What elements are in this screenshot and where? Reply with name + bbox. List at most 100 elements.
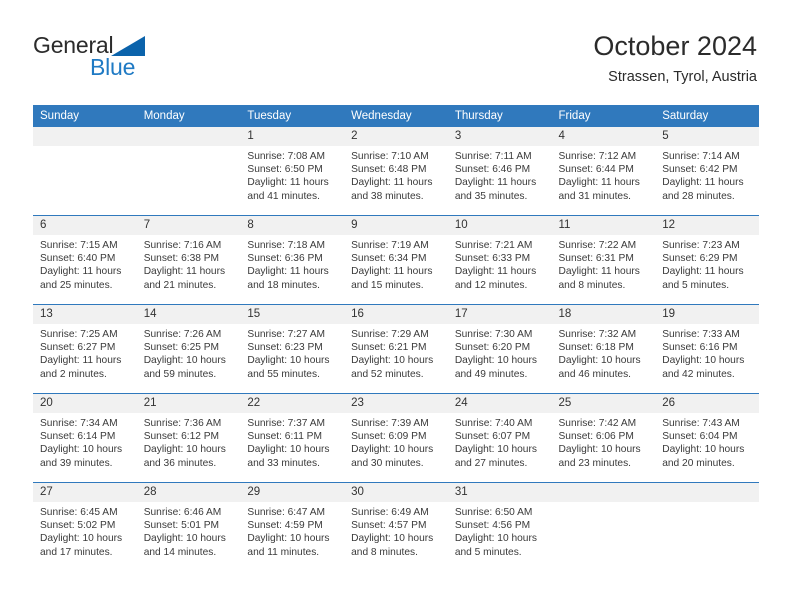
daylight-text-line1: Daylight: 11 hours bbox=[40, 355, 122, 367]
day-details: Sunrise: 7:27 AM Sunset: 6:23 PM Daylight:… bbox=[240, 324, 344, 381]
daylight-text-line1: Daylight: 10 hours bbox=[662, 444, 745, 456]
sunrise-text: Sunrise: 7:11 AM bbox=[454, 151, 532, 162]
day-number: 30 bbox=[344, 483, 448, 502]
calendar-day-cell[interactable]: 8 Sunrise: 7:18 AM Sunset: 6:36 PM Daylight… bbox=[240, 215, 345, 305]
daylight-text-line2: and 5 minutes. bbox=[662, 279, 730, 291]
calendar-day-cell[interactable]: 2 Sunrise: 7:10 AM Sunset: 6:48 PM Daylight… bbox=[344, 127, 448, 216]
daylight-text-line1: Daylight: 11 hours bbox=[662, 177, 744, 189]
calendar-day-cell[interactable]: 7 Sunrise: 7:16 AM Sunset: 6:38 PM Daylight… bbox=[136, 215, 241, 305]
daylight-text-line2: and 41 minutes. bbox=[247, 190, 320, 202]
calendar-day-cell-empty bbox=[551, 482, 656, 571]
day-details: Sunrise: 6:45 AM Sunset: 5:02 PM Daylight:… bbox=[33, 502, 137, 559]
weekday-header-tuesday: Tuesday bbox=[240, 105, 345, 127]
calendar-day-cell[interactable]: 11 Sunrise: 7:22 AM Sunset: 6:31 PM Dayligh… bbox=[551, 215, 656, 305]
sunset-text: Sunset: 6:42 PM bbox=[662, 164, 738, 176]
general-blue-logo[interactable]: General Blue bbox=[33, 32, 213, 88]
calendar-day-cell[interactable]: 6 Sunrise: 7:15 AM Sunset: 6:40 PM Daylight… bbox=[33, 215, 137, 305]
calendar-day-cell[interactable]: 30 Sunrise: 6:49 AM Sunset: 4:57 PM Dayligh… bbox=[344, 482, 448, 571]
calendar-day-cell[interactable]: 22 Sunrise: 7:37 AM Sunset: 6:11 PM Dayligh… bbox=[240, 393, 345, 483]
calendar-day-cell[interactable]: 13 Sunrise: 7:25 AM Sunset: 6:27 PM Dayligh… bbox=[33, 304, 137, 394]
title-block: October 2024 Strassen, Tyrol, Austria bbox=[593, 30, 757, 87]
sunrise-text: Sunrise: 7:40 AM bbox=[454, 418, 533, 429]
calendar-page: General Blue October 2024 Strassen, Tyro… bbox=[0, 0, 792, 612]
sunrise-text: Sunrise: 7:19 AM bbox=[351, 240, 429, 251]
sunset-text: Sunset: 6:36 PM bbox=[247, 253, 323, 265]
daylight-text-line1: Daylight: 10 hours bbox=[351, 355, 434, 367]
weekday-header-sunday: Sunday bbox=[33, 105, 137, 127]
day-details: Sunrise: 7:43 AM Sunset: 6:04 PM Daylight:… bbox=[655, 413, 759, 470]
calendar-day-cell[interactable]: 23 Sunrise: 7:39 AM Sunset: 6:09 PM Dayligh… bbox=[344, 393, 448, 483]
calendar-day-cell[interactable]: 5 Sunrise: 7:14 AM Sunset: 6:42 PM Daylight… bbox=[655, 127, 759, 216]
daylight-text-line1: Daylight: 11 hours bbox=[558, 266, 640, 278]
sunset-text: Sunset: 4:59 PM bbox=[247, 520, 323, 532]
day-details: Sunrise: 7:32 AM Sunset: 6:18 PM Daylight:… bbox=[552, 324, 656, 381]
daylight-text-line1: Daylight: 11 hours bbox=[558, 177, 640, 189]
calendar-day-cell[interactable]: 1 Sunrise: 7:08 AM Sunset: 6:50 PM Daylight… bbox=[240, 127, 345, 216]
calendar-day-cell[interactable]: 12 Sunrise: 7:23 AM Sunset: 6:29 PM Dayligh… bbox=[655, 215, 759, 305]
day-number: 23 bbox=[344, 394, 448, 413]
calendar-day-cell[interactable]: 20 Sunrise: 7:34 AM Sunset: 6:14 PM Dayligh… bbox=[33, 393, 137, 483]
calendar-day-cell[interactable]: 27 Sunrise: 6:45 AM Sunset: 5:02 PM Dayligh… bbox=[33, 482, 137, 571]
sunset-text: Sunset: 5:02 PM bbox=[40, 520, 116, 532]
daylight-text-line2: and 35 minutes. bbox=[454, 190, 528, 202]
calendar-day-cell[interactable]: 21 Sunrise: 7:36 AM Sunset: 6:12 PM Dayligh… bbox=[136, 393, 241, 483]
calendar-day-cell[interactable]: 29 Sunrise: 6:47 AM Sunset: 4:59 PM Dayligh… bbox=[240, 482, 345, 571]
calendar-day-cell[interactable]: 16 Sunrise: 7:29 AM Sunset: 6:21 PM Dayligh… bbox=[344, 304, 448, 394]
calendar-day-cell[interactable]: 17 Sunrise: 7:30 AM Sunset: 6:20 PM Dayligh… bbox=[447, 304, 552, 394]
daylight-text-line2: and 27 minutes. bbox=[454, 457, 528, 469]
sunrise-text: Sunrise: 7:21 AM bbox=[454, 240, 533, 251]
daylight-text-line2: and 8 minutes. bbox=[351, 546, 418, 558]
calendar-day-cell[interactable]: 28 Sunrise: 6:46 AM Sunset: 5:01 PM Dayligh… bbox=[136, 482, 241, 571]
sunset-text: Sunset: 6:16 PM bbox=[662, 342, 738, 354]
day-details: Sunrise: 6:50 AM Sunset: 4:56 PM Daylight:… bbox=[448, 502, 552, 559]
calendar-day-cell[interactable]: 10 Sunrise: 7:21 AM Sunset: 6:33 PM Dayligh… bbox=[447, 215, 552, 305]
daylight-text-line1: Daylight: 11 hours bbox=[351, 266, 433, 278]
day-number: 20 bbox=[33, 394, 137, 413]
sunrise-text: Sunrise: 7:25 AM bbox=[40, 329, 118, 340]
calendar-day-cell[interactable]: 18 Sunrise: 7:32 AM Sunset: 6:18 PM Dayligh… bbox=[551, 304, 656, 394]
sunset-text: Sunset: 6:09 PM bbox=[351, 431, 427, 443]
calendar-day-cell[interactable]: 14 Sunrise: 7:26 AM Sunset: 6:25 PM Dayligh… bbox=[136, 304, 241, 394]
calendar-day-cell[interactable]: 3 Sunrise: 7:11 AM Sunset: 6:46 PM Daylight… bbox=[447, 127, 552, 216]
daylight-text-line2: and 42 minutes. bbox=[662, 368, 735, 380]
sunrise-text: Sunrise: 7:32 AM bbox=[558, 329, 637, 340]
daylight-text-line1: Daylight: 11 hours bbox=[40, 266, 122, 278]
calendar-day-cell[interactable]: 25 Sunrise: 7:42 AM Sunset: 6:06 PM Dayligh… bbox=[551, 393, 656, 483]
calendar-day-cell[interactable]: 24 Sunrise: 7:40 AM Sunset: 6:07 PM Dayligh… bbox=[447, 393, 552, 483]
day-number: 18 bbox=[551, 305, 656, 324]
day-number: 25 bbox=[551, 394, 656, 413]
calendar-day-cell[interactable]: 31 Sunrise: 6:50 AM Sunset: 4:56 PM Dayligh… bbox=[447, 482, 552, 571]
calendar-day-cell[interactable]: 19 Sunrise: 7:33 AM Sunset: 6:16 PM Dayligh… bbox=[655, 304, 759, 394]
calendar-day-cell-empty bbox=[655, 482, 759, 571]
calendar-day-cell-empty bbox=[33, 127, 137, 216]
sunrise-text: Sunrise: 7:30 AM bbox=[454, 329, 533, 340]
sunrise-text: Sunrise: 7:27 AM bbox=[247, 329, 325, 340]
calendar-week-row: 13 Sunrise: 7:25 AM Sunset: 6:27 PM Dayligh… bbox=[33, 304, 759, 394]
day-number bbox=[655, 483, 759, 502]
day-number: 2 bbox=[344, 127, 448, 146]
sunset-text: Sunset: 6:29 PM bbox=[662, 253, 738, 265]
day-number: 28 bbox=[136, 483, 241, 502]
daylight-text-line2: and 20 minutes. bbox=[662, 457, 735, 469]
sunrise-text: Sunrise: 6:50 AM bbox=[454, 507, 533, 518]
calendar-body: 1 Sunrise: 7:08 AM Sunset: 6:50 PM Daylight… bbox=[33, 127, 759, 571]
day-number: 4 bbox=[551, 127, 656, 146]
weekday-header-thursday: Thursday bbox=[447, 105, 552, 127]
sunset-text: Sunset: 6:11 PM bbox=[247, 431, 322, 443]
sunset-text: Sunset: 6:31 PM bbox=[558, 253, 634, 265]
sunset-text: Sunset: 6:48 PM bbox=[351, 164, 427, 176]
calendar-day-cell[interactable]: 9 Sunrise: 7:19 AM Sunset: 6:34 PM Daylight… bbox=[344, 215, 448, 305]
day-details: Sunrise: 7:21 AM Sunset: 6:33 PM Daylight:… bbox=[448, 235, 552, 292]
day-details: Sunrise: 7:22 AM Sunset: 6:31 PM Daylight:… bbox=[552, 235, 656, 292]
day-details: Sunrise: 7:16 AM Sunset: 6:38 PM Daylight:… bbox=[137, 235, 241, 292]
calendar-day-cell[interactable]: 15 Sunrise: 7:27 AM Sunset: 6:23 PM Dayligh… bbox=[240, 304, 345, 394]
calendar-day-cell[interactable]: 26 Sunrise: 7:43 AM Sunset: 6:04 PM Dayligh… bbox=[655, 393, 759, 483]
calendar-day-cell[interactable]: 4 Sunrise: 7:12 AM Sunset: 6:44 PM Daylight… bbox=[551, 127, 656, 216]
day-number: 9 bbox=[344, 216, 448, 235]
sunrise-text: Sunrise: 7:42 AM bbox=[558, 418, 637, 429]
day-details: Sunrise: 7:40 AM Sunset: 6:07 PM Daylight:… bbox=[448, 413, 552, 470]
sunrise-text: Sunrise: 7:22 AM bbox=[558, 240, 637, 251]
daylight-text-line1: Daylight: 11 hours bbox=[247, 177, 329, 189]
daylight-text-line1: Daylight: 11 hours bbox=[662, 266, 744, 278]
daylight-text-line1: Daylight: 10 hours bbox=[662, 355, 745, 367]
